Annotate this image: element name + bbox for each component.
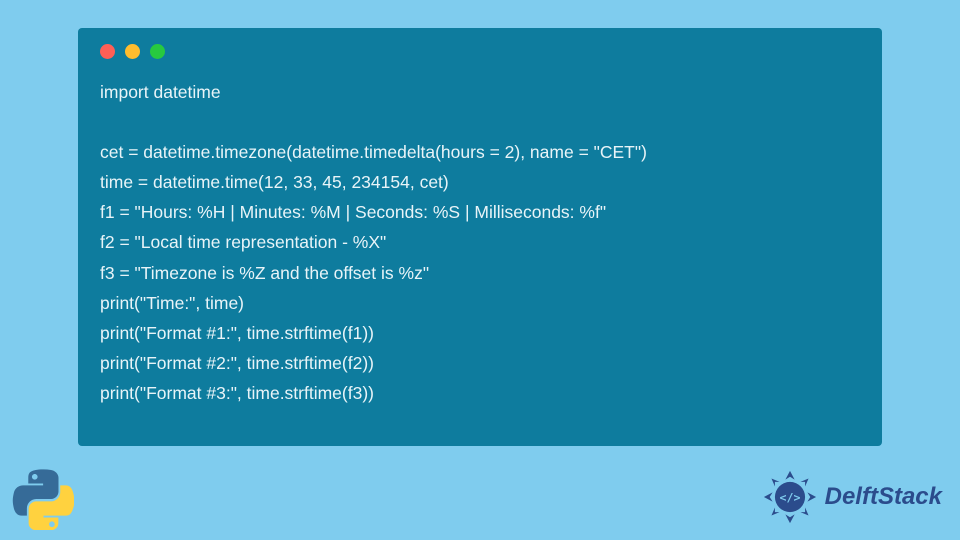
brand-name: DelftStack — [825, 483, 942, 511]
close-icon[interactable] — [100, 44, 115, 59]
python-logo-icon — [12, 468, 74, 530]
minimize-icon[interactable] — [125, 44, 140, 59]
svg-text:</>: </> — [779, 491, 800, 505]
window-controls — [100, 44, 860, 59]
maximize-icon[interactable] — [150, 44, 165, 59]
code-content: import datetime cet = datetime.timezone(… — [100, 77, 860, 408]
delftstack-icon: </> — [761, 468, 819, 526]
code-window: import datetime cet = datetime.timezone(… — [78, 28, 882, 446]
delftstack-logo: </> DelftStack — [761, 468, 942, 526]
